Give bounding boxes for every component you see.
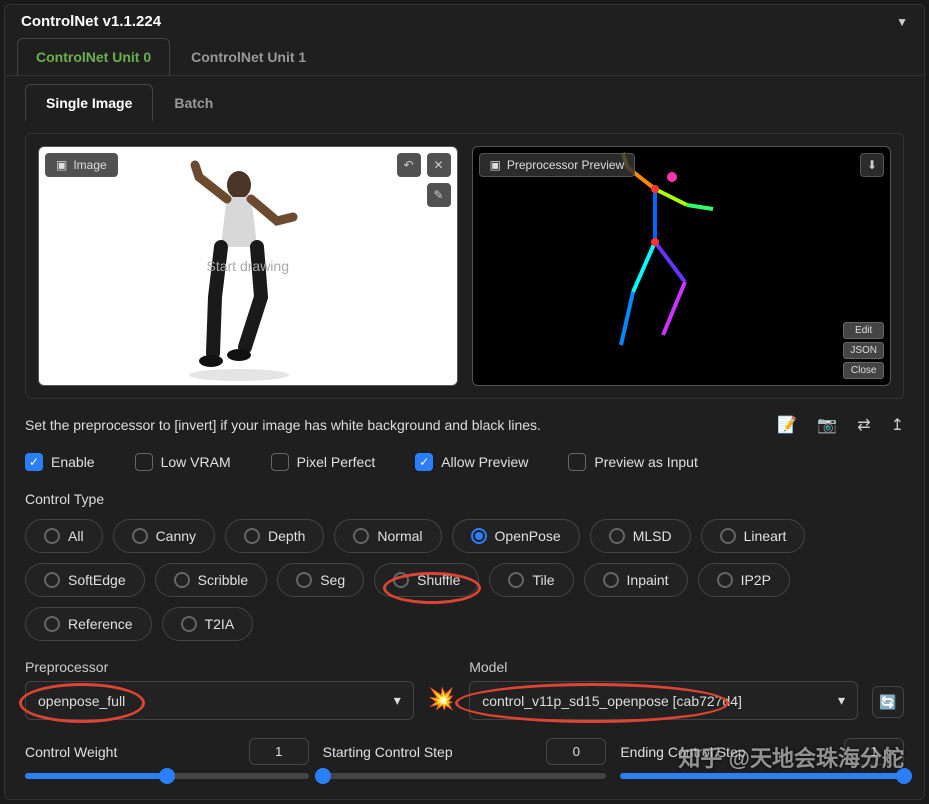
- pixel-perfect-checkbox[interactable]: Pixel Perfect: [271, 453, 376, 471]
- image-icon: ▣: [56, 158, 67, 172]
- enable-checkbox[interactable]: ✓ Enable: [25, 453, 95, 471]
- starting-step-slider[interactable]: [323, 773, 607, 779]
- ending-step-input[interactable]: [844, 738, 904, 765]
- model-select[interactable]: control_v11p_sd15_openpose [cab727d4] ▾: [469, 681, 858, 720]
- download-button[interactable]: ⬇: [860, 153, 884, 177]
- radio-inpaint[interactable]: Inpaint: [584, 563, 688, 597]
- control-weight-input[interactable]: [249, 738, 309, 765]
- radio-t2ia[interactable]: T2IA: [162, 607, 254, 641]
- radio-softedge[interactable]: SoftEdge: [25, 563, 145, 597]
- radio-tile[interactable]: Tile: [489, 563, 573, 597]
- send-dimensions-icon[interactable]: ↥: [891, 415, 904, 435]
- radio-canny[interactable]: Canny: [113, 519, 215, 553]
- radio-ip2p[interactable]: IP2P: [698, 563, 790, 597]
- image-icon: ▣: [490, 158, 501, 172]
- refresh-models-button[interactable]: 🔄: [872, 686, 904, 718]
- brush-button[interactable]: ✎: [427, 183, 451, 207]
- preprocessor-label: Preprocessor: [25, 659, 414, 675]
- tab-unit-1[interactable]: ControlNet Unit 1: [172, 38, 325, 75]
- camera-icon[interactable]: 📷: [817, 415, 837, 435]
- radio-lineart[interactable]: Lineart: [701, 519, 806, 553]
- run-preprocessor-button[interactable]: 💥: [428, 686, 455, 720]
- chevron-down-icon: ▾: [394, 692, 401, 709]
- panel-title: ControlNet v1.1.224: [21, 13, 161, 30]
- hint-text: Set the preprocessor to [invert] if your…: [25, 417, 541, 433]
- control-weight-label: Control Weight: [25, 744, 117, 760]
- json-button[interactable]: JSON: [843, 342, 884, 359]
- pose-skeleton: [593, 147, 753, 386]
- ending-step-slider[interactable]: [620, 773, 904, 779]
- close-preview-button[interactable]: Close: [843, 362, 884, 379]
- control-type-radios: All Canny Depth Normal OpenPose MLSD Lin…: [25, 519, 904, 641]
- starting-step-label: Starting Control Step: [323, 744, 453, 760]
- start-drawing-label: Start drawing: [207, 258, 289, 274]
- tab-unit-0[interactable]: ControlNet Unit 0: [17, 38, 170, 75]
- undo-button[interactable]: ↶: [397, 153, 421, 177]
- chevron-down-icon: ▾: [838, 692, 845, 709]
- allow-preview-checkbox[interactable]: ✓ Allow Preview: [415, 453, 528, 471]
- subtab-single-image[interactable]: Single Image: [25, 84, 153, 121]
- collapse-icon[interactable]: ▼: [896, 15, 908, 29]
- ending-step-label: Ending Control Step: [620, 744, 745, 760]
- radio-all[interactable]: All: [25, 519, 103, 553]
- radio-shuffle[interactable]: Shuffle: [374, 563, 479, 597]
- radio-depth[interactable]: Depth: [225, 519, 324, 553]
- subtab-batch[interactable]: Batch: [153, 84, 234, 121]
- preprocessor-select[interactable]: openpose_full ▾: [25, 681, 414, 720]
- preview-image-label: ▣ Preprocessor Preview: [479, 153, 636, 177]
- radio-seg[interactable]: Seg: [277, 563, 364, 597]
- radio-mlsd[interactable]: MLSD: [590, 519, 691, 553]
- edit-button[interactable]: Edit: [843, 322, 884, 339]
- radio-scribble[interactable]: Scribble: [155, 563, 268, 597]
- source-image-box[interactable]: ▣ Image Start dr: [38, 146, 458, 386]
- starting-step-input[interactable]: [546, 738, 606, 765]
- source-image-label: ▣ Image: [45, 153, 118, 177]
- control-weight-slider[interactable]: [25, 773, 309, 779]
- model-label: Model: [469, 659, 858, 675]
- low-vram-checkbox[interactable]: Low VRAM: [135, 453, 231, 471]
- new-canvas-icon[interactable]: 📝: [777, 415, 797, 435]
- swap-icon[interactable]: ⇄: [857, 415, 870, 435]
- control-type-label: Control Type: [25, 491, 904, 507]
- preview-as-input-checkbox[interactable]: Preview as Input: [568, 453, 698, 471]
- preview-image-box[interactable]: ▣ Preprocessor Preview ⬇: [472, 146, 892, 386]
- remove-image-button[interactable]: ✕: [427, 153, 451, 177]
- radio-openpose[interactable]: OpenPose: [452, 519, 580, 553]
- radio-reference[interactable]: Reference: [25, 607, 152, 641]
- radio-normal[interactable]: Normal: [334, 519, 441, 553]
